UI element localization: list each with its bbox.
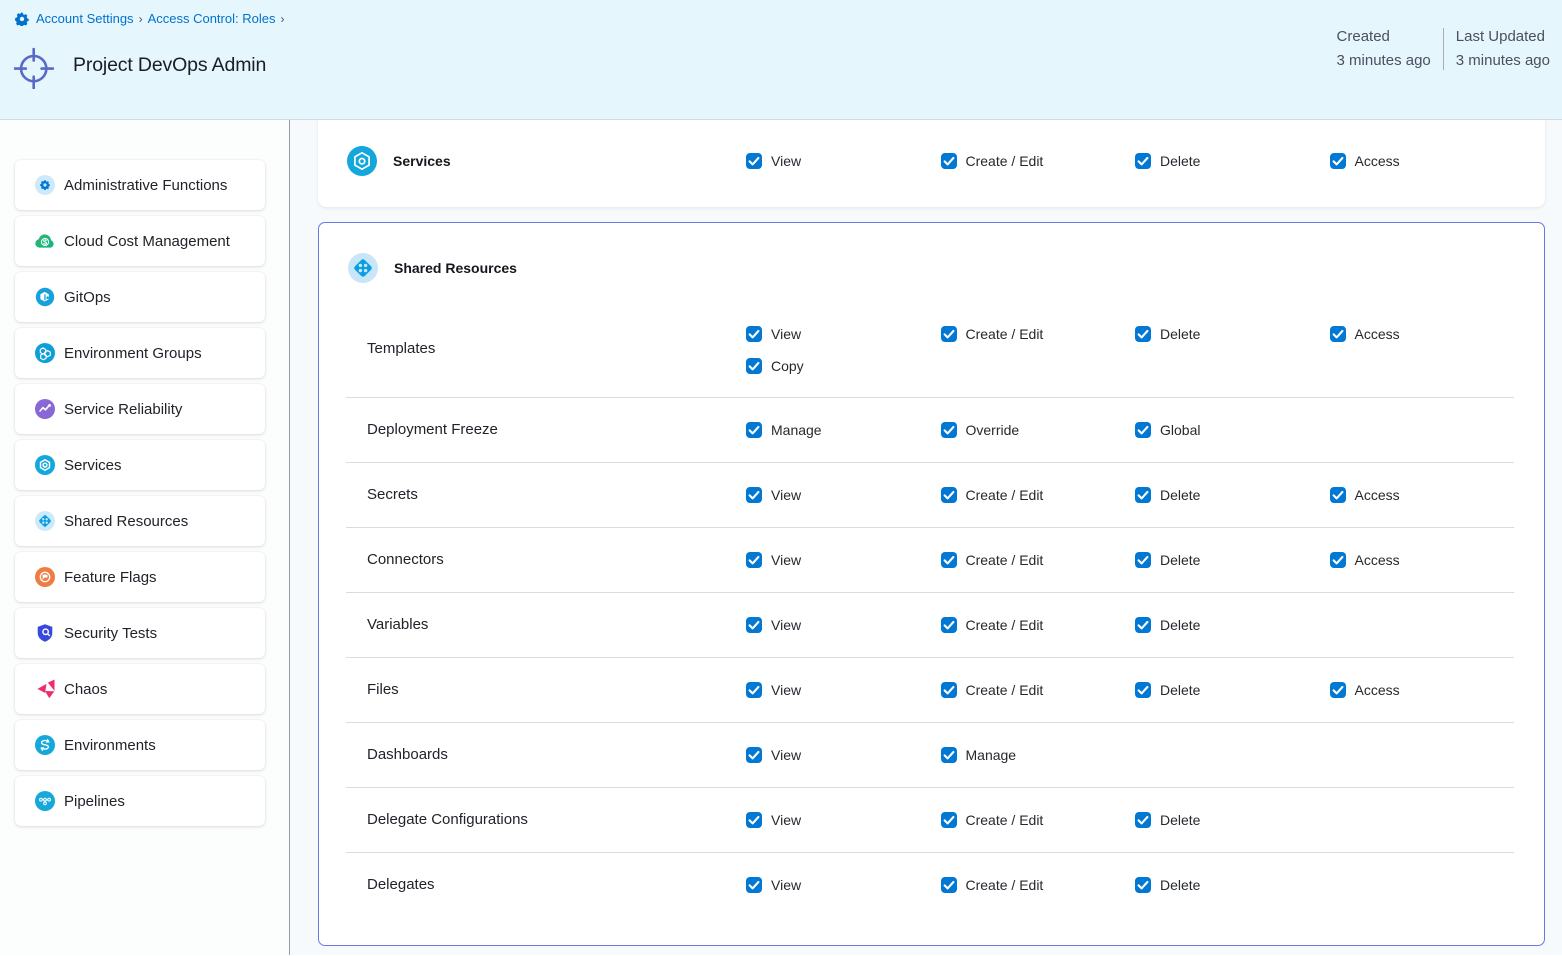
svg-text:$: $ — [43, 238, 47, 247]
